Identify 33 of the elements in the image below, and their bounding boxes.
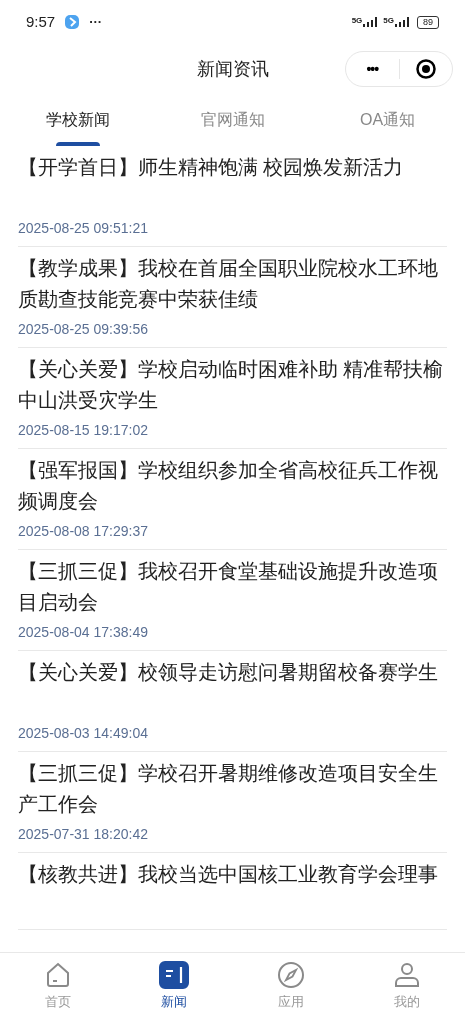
network-label: 5G — [351, 17, 363, 25]
news-title[interactable]: 【核教共进】我校当选中国核工业教育学会理事 — [18, 859, 447, 921]
news-date: 2025-08-25 09:51:21 — [18, 219, 149, 238]
page-title: 新闻资讯 — [196, 57, 269, 81]
news-title[interactable]: 【三抓三促】我校召开食堂基础设施提升改造项目启动会 — [18, 556, 447, 618]
news-date: 2025-08-03 14:49:04 — [18, 724, 149, 743]
nav-item[interactable]: 新闻 — [116, 953, 233, 1020]
app-icon — [65, 15, 80, 29]
signal-icon — [363, 17, 378, 27]
news-icon — [159, 961, 190, 990]
news-title[interactable]: 【关心关爱】学校启动临时困难补助 精准帮扶榆中山洪受灾学生 — [18, 354, 447, 416]
user-icon — [392, 961, 421, 990]
tab[interactable]: OA通知 — [310, 94, 465, 146]
news-date: 2025-08-25 09:39:56 — [18, 320, 149, 339]
target-icon — [414, 58, 437, 80]
tab[interactable]: 官网通知 — [155, 94, 310, 146]
compass-icon — [276, 961, 305, 990]
signal-icon — [395, 17, 409, 27]
news-date: 2025-07-31 18:20:42 — [18, 825, 149, 844]
news-date: 2025-08-08 17:29:37 — [18, 522, 149, 541]
news-title[interactable]: 【关心关爱】校领导走访慰问暑期留校备赛学生 — [18, 657, 447, 719]
news-title[interactable]: 【开学首日】师生精神饱满 校园焕发新活力 — [18, 152, 447, 214]
status-time: 9:57 — [26, 11, 56, 32]
battery-icon: 89 — [417, 15, 439, 29]
news-title[interactable]: 【三抓三促】学校召开暑期维修改造项目安全生产工作会 — [18, 758, 447, 820]
network-label: 5G — [383, 17, 394, 25]
more-button[interactable]: ••• — [346, 58, 399, 80]
news-date: 2025-08-15 19:17:02 — [18, 421, 149, 440]
tab[interactable]: 学校新闻 — [0, 94, 155, 146]
news-date: 2025-08-04 17:38:49 — [18, 623, 149, 642]
news-title[interactable]: 【教学成果】我校在首届全国职业院校水工环地质勘查技能竞赛中荣获佳绩 — [18, 253, 447, 315]
news-title[interactable]: 【强军报国】学校组织参加全省高校征兵工作视频调度会 — [18, 455, 447, 517]
status-more: ··· — [89, 13, 103, 32]
